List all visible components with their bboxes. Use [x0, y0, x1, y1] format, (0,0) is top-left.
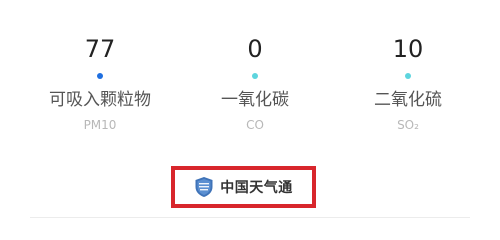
so2-metric: 10 二氧化硫 SO₂ — [328, 34, 488, 132]
weather-shield-logo-icon — [195, 177, 213, 197]
so2-name: 二氧化硫 — [374, 90, 442, 110]
co-value: 0 — [247, 35, 263, 63]
so2-indicator-dot — [405, 73, 411, 79]
co-code: CO — [246, 118, 264, 132]
so2-value: 10 — [392, 35, 424, 63]
co-metric: 0 一氧化碳 CO — [175, 34, 335, 132]
pm10-value: 77 — [84, 35, 116, 63]
co-indicator-dot — [252, 73, 258, 79]
pm10-metric: 77 可吸入颗粒物 PM10 — [20, 34, 180, 132]
pm10-name: 可吸入颗粒物 — [49, 90, 151, 110]
co-name: 一氧化碳 — [221, 90, 289, 110]
weather-source-highlight[interactable]: 中国天气通 — [171, 166, 316, 208]
so2-code: SO₂ — [397, 118, 419, 132]
pm10-indicator-dot — [97, 73, 103, 79]
pm10-code: PM10 — [83, 118, 117, 132]
weather-source-label: 中国天气通 — [220, 180, 293, 196]
section-divider — [30, 217, 470, 218]
